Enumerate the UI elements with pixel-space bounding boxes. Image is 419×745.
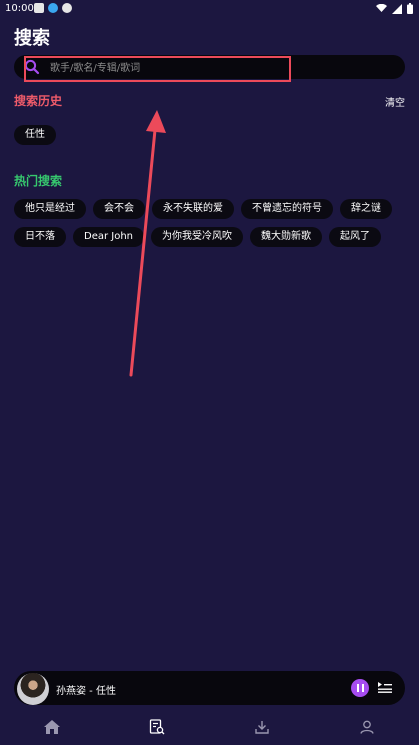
history-tag[interactable]: 任性 [14,125,56,145]
search-bar[interactable] [14,55,405,81]
hot-tag[interactable]: 不曾遗忘的符号 [241,199,333,219]
hot-tag[interactable]: Dear John [73,227,145,247]
playlist-queue-icon[interactable] [378,681,392,693]
download-icon [255,721,269,734]
album-cover [17,673,49,705]
hot-tag[interactable]: 日不落 [14,227,66,247]
notification-app-icon [48,3,58,13]
hot-tag[interactable]: 起风了 [329,227,382,247]
pause-icon [356,684,359,692]
home-icon [44,720,60,734]
nav-home[interactable] [40,716,64,738]
status-right [376,3,413,14]
page-title: 搜索 [14,28,50,49]
notification-icons [34,3,72,13]
user-icon [360,720,374,734]
wifi-icon [376,4,387,12]
annotation-arrow [129,110,166,377]
search-icon [24,59,40,75]
nav-search[interactable] [145,716,169,738]
clear-history-button[interactable]: 清空 [385,94,405,109]
bottom-nav [0,708,419,745]
hot-tag[interactable]: 会不会 [93,199,145,219]
nav-profile[interactable] [355,716,379,738]
status-bar: 10:00 [0,0,419,18]
mini-player[interactable]: 孙燕姿 - 任性 [14,671,405,705]
hot-tag[interactable]: 为你我受冷风吹 [151,227,244,247]
notification-shield-icon [62,3,72,13]
hot-tag[interactable]: 辞之谜 [340,199,392,219]
history-tag-list: 任性 [14,122,56,145]
hot-search-title: 热门搜索 [14,174,63,188]
status-time: 10:00 [5,3,34,14]
notification-app-icon [34,3,44,13]
hot-tag[interactable]: 魏大勋新歌 [250,227,323,247]
nav-download[interactable] [250,716,274,738]
battery-icon [407,3,413,14]
hot-tag[interactable]: 他只是经过 [14,199,86,219]
hot-tag-list: 他只是经过 会不会 永不失联的爱 不曾遗忘的符号 辞之谜 日不落 Dear Jo… [14,199,406,247]
hot-tag[interactable]: 永不失联的爱 [152,199,234,219]
track-info: 孙燕姿 - 任性 [56,686,116,697]
search-input[interactable] [48,55,392,81]
signal-icon [392,3,402,14]
pause-button[interactable] [351,679,369,697]
search-history-title: 搜索历史 [14,94,63,108]
pause-icon [361,684,364,692]
search-list-icon [149,719,165,735]
